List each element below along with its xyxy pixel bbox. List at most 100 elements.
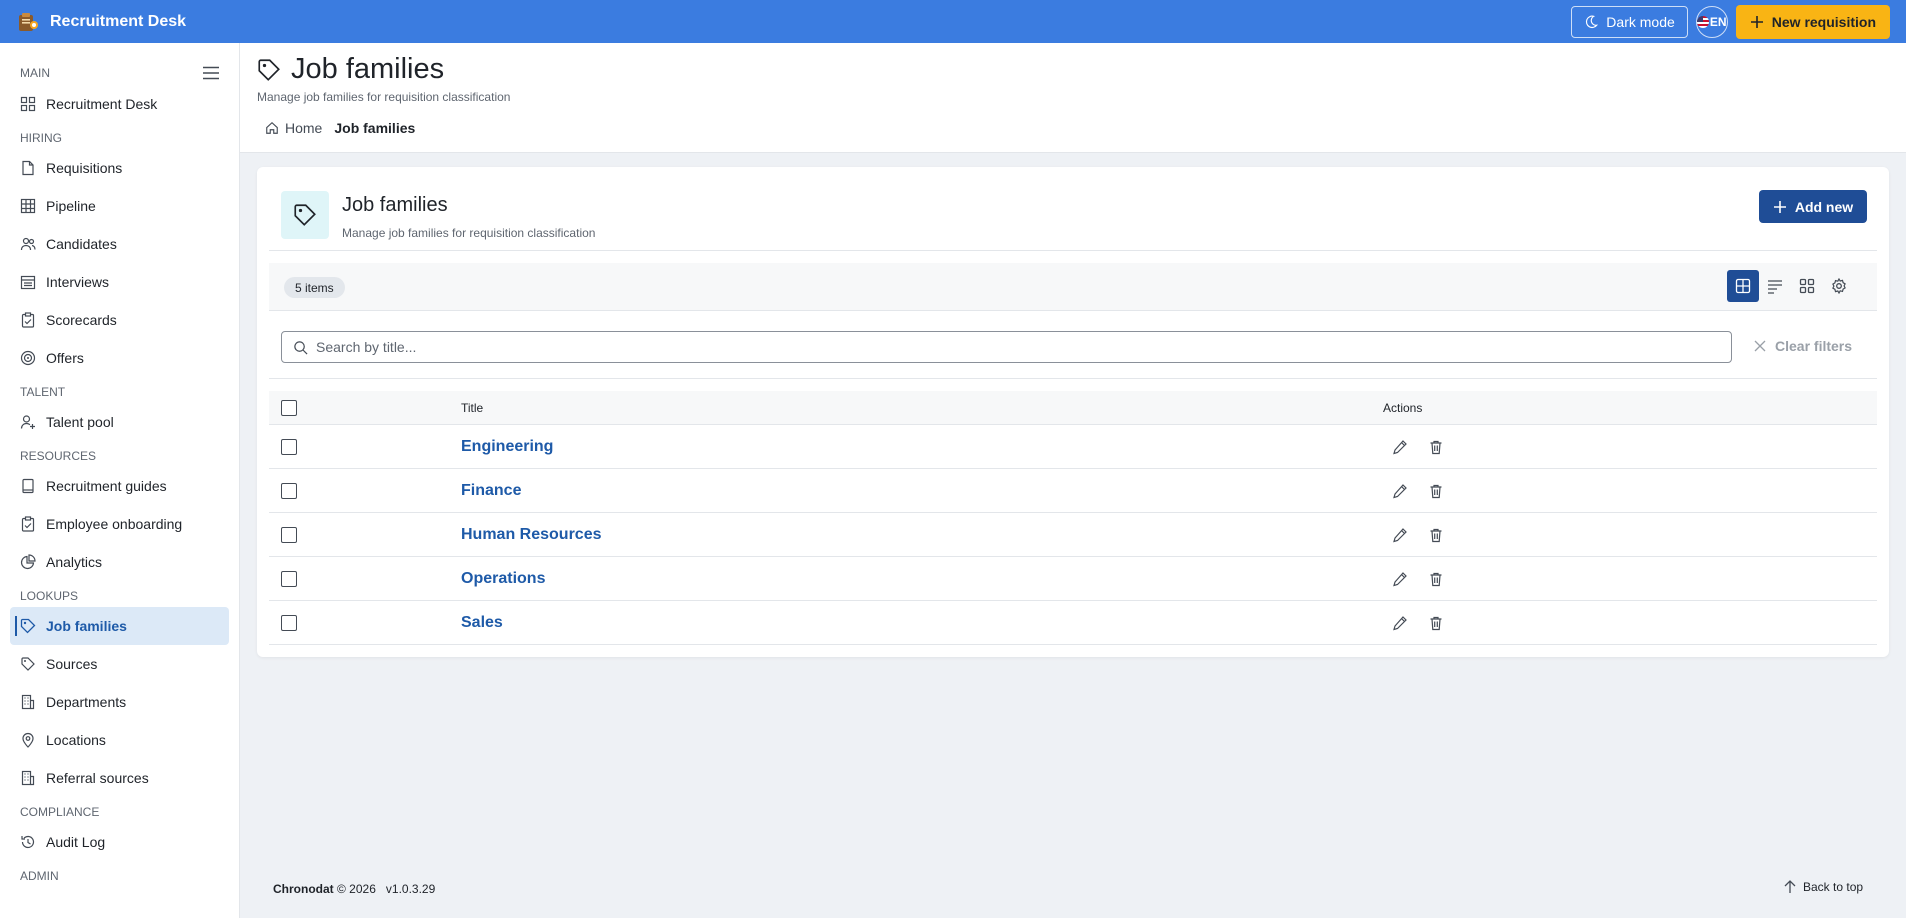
pencil-icon [1393, 483, 1407, 498]
column-header-actions: Actions [1383, 400, 1423, 415]
tag-icon [20, 618, 36, 634]
sidebar-item-label: Talent pool [46, 414, 114, 430]
row-checkbox[interactable] [281, 614, 297, 631]
trash-icon [1430, 616, 1442, 630]
table-row: Operations [269, 557, 1877, 601]
view-switcher [1727, 270, 1855, 302]
sidebar-item-sources[interactable]: Sources [10, 645, 229, 683]
calendar-icon [20, 275, 36, 290]
sidebar-item-label: Employee onboarding [46, 516, 183, 532]
sidebar-item-recruitment-desk[interactable]: Recruitment Desk [10, 85, 229, 123]
trash-icon [1430, 572, 1442, 586]
us-flag-icon [1696, 15, 1709, 28]
tags-icon [21, 657, 35, 671]
sidebar-item-label: Interviews [46, 274, 110, 290]
sidebar-item-label: Recruitment guides [46, 478, 167, 494]
list-view-button[interactable] [1759, 270, 1791, 302]
sidebar-item-requisitions[interactable]: Requisitions [10, 149, 229, 187]
sidebar-item-talent-pool[interactable]: Talent pool [10, 403, 229, 441]
sidebar-item-locations[interactable]: Locations [10, 721, 229, 759]
sidebar-item-label: Sources [46, 656, 98, 672]
footer-version: v1.0.3.29 [385, 882, 436, 896]
clipboard-check-icon [21, 312, 35, 328]
hamburger-menu-icon[interactable] [203, 66, 219, 80]
sidebar-item-employee-onboarding[interactable]: Employee onboarding [10, 505, 229, 543]
breadcrumb-home-label: Home [285, 120, 323, 136]
sidebar-item-referral-sources[interactable]: Referral sources [10, 759, 229, 797]
row-checkbox[interactable] [281, 570, 297, 587]
dashboard-icon [20, 96, 36, 112]
edit-button[interactable] [1389, 524, 1411, 546]
sidebar: MAIN Recruitment Desk HIRING Requisition… [0, 43, 240, 918]
search-icon [294, 340, 308, 354]
row-checkbox[interactable] [281, 526, 297, 543]
delete-button[interactable] [1425, 436, 1447, 458]
target-icon [20, 350, 36, 366]
sidebar-section-talent: TALENT [20, 385, 66, 399]
list-toolbar: 5 items [269, 263, 1877, 311]
edit-button[interactable] [1389, 568, 1411, 590]
sidebar-item-analytics[interactable]: Analytics [10, 543, 229, 581]
app-logo-icon [16, 10, 40, 34]
sidebar-item-recruitment-guides[interactable]: Recruitment guides [10, 467, 229, 505]
row-title-link[interactable]: Engineering [461, 438, 553, 456]
language-button[interactable]: EN [1695, 5, 1728, 38]
add-new-button[interactable]: Add new [1759, 190, 1867, 223]
document-icon [22, 160, 34, 176]
building-icon [21, 694, 35, 710]
delete-button[interactable] [1425, 480, 1447, 502]
sidebar-item-pipeline[interactable]: Pipeline [10, 187, 229, 225]
settings-button[interactable] [1823, 270, 1855, 302]
delete-button[interactable] [1425, 524, 1447, 546]
row-title-link[interactable]: Operations [461, 570, 545, 588]
row-checkbox[interactable] [281, 438, 297, 455]
search-input[interactable] [316, 339, 1720, 355]
trash-icon [1430, 528, 1442, 542]
edit-button[interactable] [1389, 612, 1411, 634]
sidebar-item-label: Job families [46, 618, 127, 634]
sidebar-item-scorecards[interactable]: Scorecards [10, 301, 229, 339]
grid-view-button[interactable] [1791, 270, 1823, 302]
sidebar-item-candidates[interactable]: Candidates [10, 225, 229, 263]
people-icon [20, 237, 36, 251]
dark-mode-button[interactable]: Dark mode [1571, 5, 1688, 38]
breadcrumb-home[interactable]: Home [265, 120, 322, 136]
row-title-link[interactable]: Human Resources [461, 526, 602, 544]
person-add-icon [20, 415, 35, 429]
sidebar-item-label: Departments [46, 694, 127, 710]
location-icon [22, 732, 34, 748]
edit-button[interactable] [1389, 480, 1411, 502]
trash-icon [1430, 484, 1442, 498]
sidebar-item-label: Candidates [46, 236, 117, 252]
sidebar-item-interviews[interactable]: Interviews [10, 263, 229, 301]
delete-button[interactable] [1425, 568, 1447, 590]
new-requisition-button[interactable]: New requisition [1735, 4, 1890, 39]
back-to-top-link[interactable]: Back to top [1783, 880, 1863, 894]
select-all-checkbox[interactable] [281, 399, 297, 416]
history-icon [21, 835, 35, 849]
sidebar-section-compliance: COMPLIANCE [20, 805, 100, 819]
row-checkbox[interactable] [281, 482, 297, 499]
sidebar-item-departments[interactable]: Departments [10, 683, 229, 721]
plus-icon [1773, 200, 1786, 213]
edit-button[interactable] [1389, 436, 1411, 458]
language-label: EN [1709, 14, 1727, 29]
row-title-link[interactable]: Sales [461, 614, 503, 632]
table-row: Finance [269, 469, 1877, 513]
breadcrumb-current: Job families [334, 120, 416, 136]
tag-icon [294, 204, 316, 226]
column-header-title[interactable]: Title [461, 401, 483, 415]
trash-icon [1430, 440, 1442, 454]
sidebar-item-audit-log[interactable]: Audit Log [10, 823, 229, 861]
brand[interactable]: Recruitment Desk [16, 10, 186, 34]
sidebar-item-offers[interactable]: Offers [10, 339, 229, 377]
table-row: Engineering [269, 425, 1877, 469]
row-title-link[interactable]: Finance [461, 482, 521, 500]
table-view-button[interactable] [1727, 270, 1759, 302]
pencil-icon [1393, 571, 1407, 586]
search-box [281, 331, 1732, 363]
book-icon [22, 478, 34, 494]
clear-filters-button[interactable]: Clear filters [1754, 338, 1852, 354]
sidebar-item-job-families[interactable]: Job families [10, 607, 229, 645]
delete-button[interactable] [1425, 612, 1447, 634]
